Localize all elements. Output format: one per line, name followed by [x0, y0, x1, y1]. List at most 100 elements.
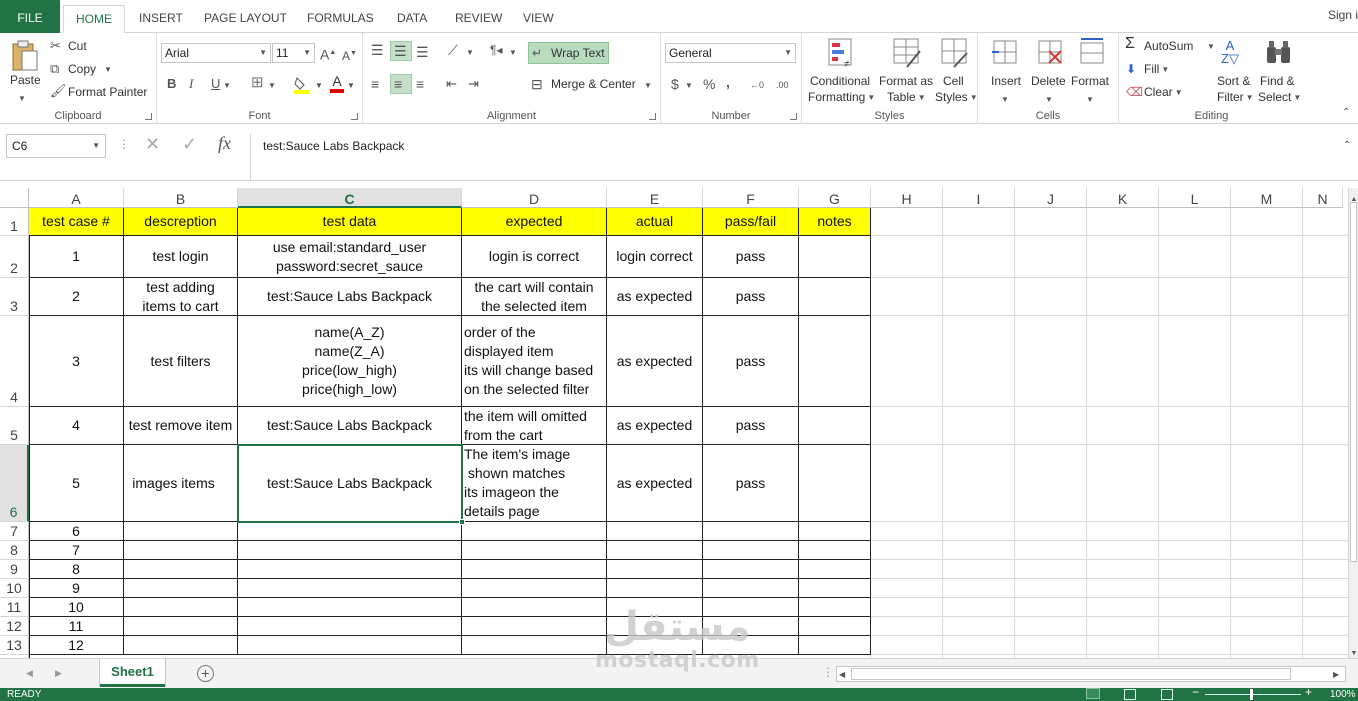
table-cell[interactable]: [124, 541, 238, 560]
row-header[interactable]: 9: [0, 560, 29, 579]
table-header-cell[interactable]: test case #: [29, 208, 124, 236]
table-cell[interactable]: [462, 617, 607, 636]
conditional-formatting-button[interactable]: ≠ Conditional Formatting ▼: [806, 37, 878, 107]
row-header[interactable]: 1: [0, 208, 29, 236]
normal-view-icon[interactable]: [1086, 688, 1100, 699]
tab-view[interactable]: VIEW: [523, 5, 554, 33]
enter-icon[interactable]: ✓: [182, 135, 197, 153]
wrap-text-button[interactable]: ↵ Wrap Text: [528, 42, 609, 64]
increase-indent-icon[interactable]: ⇥: [468, 76, 479, 92]
chevron-down-icon[interactable]: ▼: [509, 45, 517, 61]
row-header[interactable]: 11: [0, 598, 29, 617]
scroll-right-icon[interactable]: ▶: [1333, 667, 1339, 683]
table-cell[interactable]: [607, 560, 703, 579]
vertical-scrollbar[interactable]: ▲ ▼: [1348, 188, 1358, 658]
table-cell[interactable]: [238, 617, 462, 636]
row-header[interactable]: 4: [0, 316, 29, 407]
zoom-out-icon[interactable]: −: [1192, 686, 1199, 699]
font-name-combo[interactable]: Arial ▼: [161, 43, 271, 63]
table-cell[interactable]: [607, 541, 703, 560]
table-cell[interactable]: [703, 560, 799, 579]
table-cell[interactable]: [799, 598, 871, 617]
table-cell[interactable]: [799, 407, 871, 445]
tab-page-layout[interactable]: PAGE LAYOUT: [204, 5, 287, 33]
orientation-icon[interactable]: ⟋: [448, 42, 458, 58]
chevron-down-icon[interactable]: ▼: [685, 78, 693, 94]
table-cell[interactable]: pass: [703, 316, 799, 407]
table-cell[interactable]: [238, 522, 462, 541]
table-cell[interactable]: 4: [29, 407, 124, 445]
row-header[interactable]: 2: [0, 236, 29, 278]
table-cell[interactable]: test login: [124, 236, 238, 278]
table-cell[interactable]: [462, 522, 607, 541]
table-cell[interactable]: [462, 636, 607, 655]
align-right-icon[interactable]: ≡: [416, 76, 424, 92]
table-cell[interactable]: 11: [29, 617, 124, 636]
increase-font-icon[interactable]: A▲: [320, 45, 336, 63]
dialog-launcher-icon[interactable]: [790, 113, 797, 120]
table-cell[interactable]: [703, 522, 799, 541]
table-cell[interactable]: [799, 560, 871, 579]
table-cell[interactable]: the cart will contain the selected item: [462, 278, 607, 316]
column-header[interactable]: F: [703, 188, 799, 208]
borders-icon[interactable]: ⊞: [251, 75, 264, 91]
table-cell[interactable]: 7: [29, 541, 124, 560]
table-cell[interactable]: pass: [703, 236, 799, 278]
column-header[interactable]: N: [1303, 188, 1343, 208]
table-cell[interactable]: 9: [29, 579, 124, 598]
table-header-cell[interactable]: expected: [462, 208, 607, 236]
fill-handle[interactable]: [459, 519, 465, 525]
row-header[interactable]: 12: [0, 617, 29, 636]
table-cell[interactable]: as expected: [607, 407, 703, 445]
table-cell[interactable]: [238, 541, 462, 560]
bold-icon[interactable]: B: [167, 76, 176, 92]
table-cell[interactable]: 6: [29, 522, 124, 541]
sheet-tab-sheet1[interactable]: Sheet1: [100, 659, 165, 687]
paste-button[interactable]: Paste ▼: [8, 37, 42, 111]
table-header-cell[interactable]: notes: [799, 208, 871, 236]
format-as-table-button[interactable]: Format as Table ▼: [878, 37, 934, 107]
name-box[interactable]: C6 ▼: [6, 134, 106, 158]
row-header[interactable]: 7: [0, 522, 29, 541]
fill-button[interactable]: ⬇ Fill ▼: [1125, 60, 1185, 78]
table-cell[interactable]: [238, 560, 462, 579]
currency-icon[interactable]: $: [671, 76, 679, 92]
scroll-left-icon[interactable]: ◀: [839, 667, 845, 683]
row-header[interactable]: 13: [0, 636, 29, 655]
percent-icon[interactable]: %: [703, 76, 715, 92]
tab-file[interactable]: FILE: [0, 0, 60, 33]
table-cell[interactable]: [799, 278, 871, 316]
table-cell[interactable]: 5: [29, 445, 124, 522]
table-cell[interactable]: [462, 541, 607, 560]
align-left-icon[interactable]: ≡: [371, 76, 379, 92]
collapse-ribbon-icon[interactable]: ⌃: [1342, 105, 1350, 121]
next-sheet-icon[interactable]: ▶: [55, 665, 62, 681]
table-cell[interactable]: [124, 522, 238, 541]
row-header[interactable]: 6: [0, 445, 29, 522]
column-header[interactable]: L: [1159, 188, 1231, 208]
worksheet-grid[interactable]: ABCDEFGHIJKLMN1234567891011121314test ca…: [0, 188, 1348, 658]
column-header[interactable]: I: [943, 188, 1015, 208]
chevron-down-icon[interactable]: ▼: [466, 45, 474, 61]
table-cell[interactable]: as expected: [607, 316, 703, 407]
table-cell[interactable]: login is correct: [462, 236, 607, 278]
table-cell[interactable]: [607, 579, 703, 598]
align-middle-button[interactable]: ☰: [390, 41, 412, 61]
table-cell[interactable]: as expected: [607, 445, 703, 522]
delete-cells-button[interactable]: Delete ▼: [1030, 37, 1070, 107]
table-cell[interactable]: [799, 445, 871, 522]
column-header[interactable]: K: [1087, 188, 1159, 208]
decrease-font-icon[interactable]: A▼: [342, 46, 357, 64]
table-cell[interactable]: login correct: [607, 236, 703, 278]
dialog-launcher-icon[interactable]: [145, 113, 152, 120]
table-cell[interactable]: [799, 579, 871, 598]
table-cell[interactable]: [462, 598, 607, 617]
align-center-button[interactable]: ≡: [390, 74, 412, 94]
cut-button[interactable]: ✂ Cut: [50, 37, 110, 55]
insert-cells-button[interactable]: Insert ▼: [986, 37, 1026, 107]
table-cell[interactable]: 3: [29, 316, 124, 407]
table-cell[interactable]: [703, 579, 799, 598]
table-cell[interactable]: 1: [29, 236, 124, 278]
column-header[interactable]: J: [1015, 188, 1087, 208]
scroll-thumb[interactable]: [851, 668, 1291, 680]
